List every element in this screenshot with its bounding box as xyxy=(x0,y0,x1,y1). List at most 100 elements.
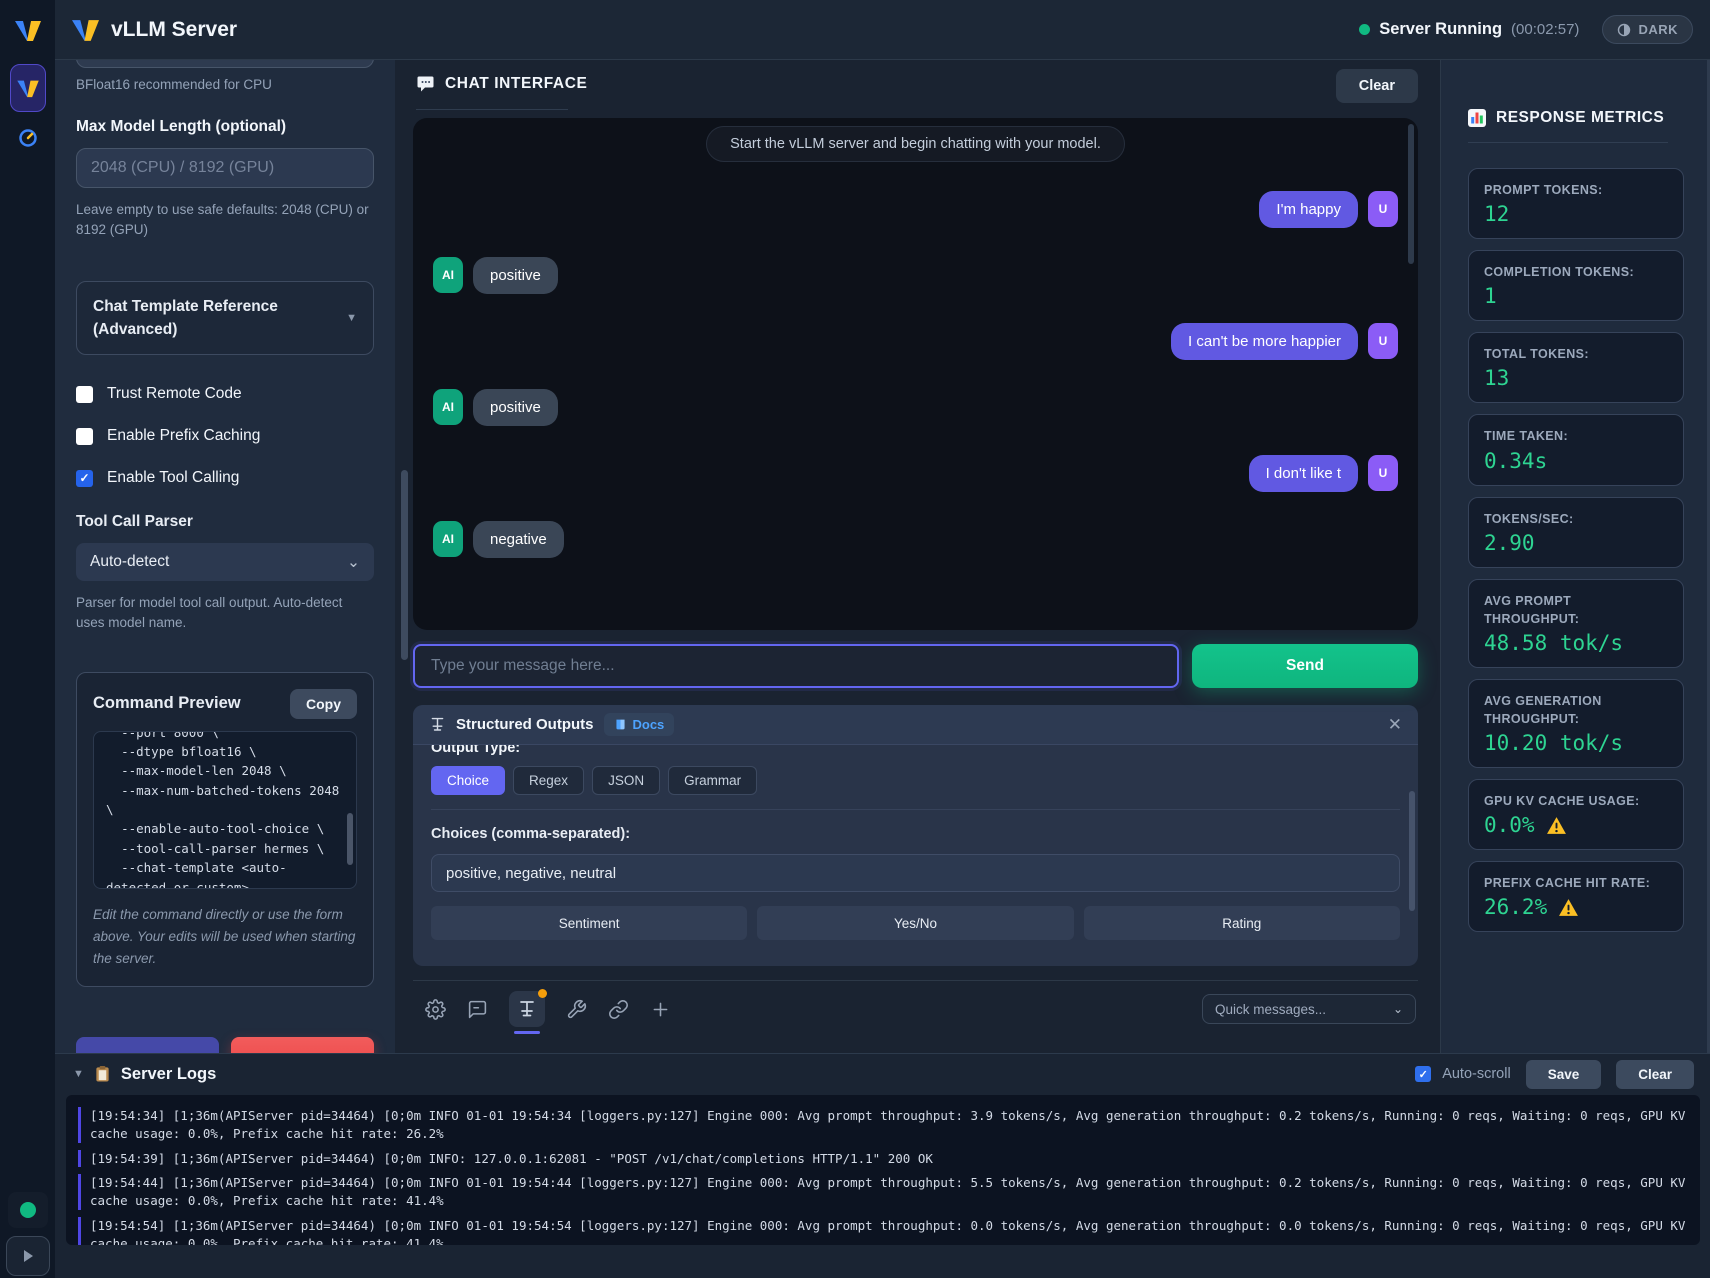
logs-output[interactable]: [19:54:34] [1;36m(APIServer pid=34464) [… xyxy=(66,1095,1700,1245)
command-preview-code[interactable]: --port 8000 \ --dtype bfloat16 \ --max-m… xyxy=(93,731,357,889)
vllm-logo-icon xyxy=(15,19,41,42)
max-model-length-help: Leave empty to use safe defaults: 2048 (… xyxy=(76,200,374,241)
book-icon xyxy=(614,718,627,731)
rail-item-metrics-gauge-icon[interactable] xyxy=(18,128,38,148)
message-bubble-user: I don't like t xyxy=(1249,455,1358,492)
checkbox-row[interactable]: ✓Enable Tool Calling xyxy=(76,469,374,487)
server-uptime: (00:02:57) xyxy=(1511,21,1579,38)
output-type-json[interactable]: JSON xyxy=(592,766,660,795)
user-avatar: U xyxy=(1368,323,1398,359)
checkbox-checked[interactable]: ✓ xyxy=(76,470,93,487)
message-bubble-ai: negative xyxy=(473,521,564,558)
server-logs-title: Server Logs xyxy=(121,1065,216,1084)
metric-label: PREFIX CACHE HIT RATE: xyxy=(1484,874,1668,892)
play-icon xyxy=(20,1248,36,1264)
output-type-label: Output Type: xyxy=(431,745,1400,756)
structured-outputs-header: Structured Outputs Docs ✕ xyxy=(413,705,1418,745)
output-type-grammar[interactable]: Grammar xyxy=(668,766,757,795)
checkbox-unchecked[interactable] xyxy=(76,386,93,403)
logs-save-button[interactable]: Save xyxy=(1526,1060,1602,1089)
message-row-user: I can't be more happierU xyxy=(431,323,1400,360)
ai-avatar: AI xyxy=(433,257,463,293)
command-preview-card: Command Preview Copy --port 8000 \ --dty… xyxy=(76,672,374,988)
metric-value: 12 xyxy=(1484,202,1668,226)
warning-icon xyxy=(1546,816,1567,835)
structured-outputs-toggle[interactable] xyxy=(509,991,545,1027)
structured-outputs-body: Output Type: ChoiceRegexJSONGrammar Choi… xyxy=(413,745,1418,966)
logs-clear-button[interactable]: Clear xyxy=(1616,1060,1694,1089)
choices-input[interactable] xyxy=(431,854,1400,892)
rail-status-indicator[interactable] xyxy=(8,1192,48,1228)
max-model-length-input[interactable] xyxy=(76,148,374,188)
checkbox-label: Trust Remote Code xyxy=(107,385,242,403)
preset-rating[interactable]: Rating xyxy=(1084,906,1400,940)
checkbox-row[interactable]: Enable Prefix Caching xyxy=(76,427,374,445)
rail-play-button[interactable] xyxy=(6,1236,50,1276)
chat-messages: Start the vLLM server and begin chatting… xyxy=(413,118,1418,630)
tool-call-parser-select[interactable]: Auto-detect ⌄ xyxy=(76,543,374,581)
wrench-icon[interactable] xyxy=(566,999,587,1020)
rail-item-server-active[interactable] xyxy=(10,64,46,112)
preset-yes-no[interactable]: Yes/No xyxy=(757,906,1073,940)
warning-icon xyxy=(1558,898,1579,917)
output-type-regex[interactable]: Regex xyxy=(513,766,584,795)
vllm-logo-icon xyxy=(72,18,99,42)
bar-chart-icon xyxy=(1468,109,1486,127)
structured-scrollbar[interactable] xyxy=(1409,791,1415,911)
chat-settings-icon[interactable] xyxy=(467,999,488,1020)
settings-gear-icon[interactable] xyxy=(425,999,446,1020)
docs-link[interactable]: Docs xyxy=(604,713,675,736)
preset-sentiment[interactable]: Sentiment xyxy=(431,906,747,940)
checkbox-row[interactable]: Trust Remote Code xyxy=(76,385,374,403)
copy-button[interactable]: Copy xyxy=(290,689,357,719)
server-logs-panel: ▼ Server Logs ✓ Auto-scroll Save Clear [… xyxy=(55,1053,1710,1278)
plus-icon[interactable] xyxy=(650,999,671,1020)
dtype-input-partial[interactable] xyxy=(76,60,374,68)
metric-value: 26.2% xyxy=(1484,895,1668,919)
quick-messages-select[interactable]: Quick messages... ⌄ xyxy=(1202,994,1416,1024)
sidebar-scrollbar[interactable] xyxy=(401,470,408,660)
metric-value: 1 xyxy=(1484,284,1668,308)
message-bubble-ai: positive xyxy=(473,257,558,294)
checkbox-unchecked[interactable] xyxy=(76,428,93,445)
metrics-cards: PROMPT TOKENS:12COMPLETION TOKENS:1TOTAL… xyxy=(1441,168,1710,932)
chat-clear-button[interactable]: Clear xyxy=(1336,69,1418,103)
metrics-title: RESPONSE METRICS xyxy=(1496,109,1664,127)
clamp-icon xyxy=(517,999,537,1019)
chat-template-reference-toggle[interactable]: Chat Template Reference (Advanced) ▼ xyxy=(76,281,374,356)
link-icon[interactable] xyxy=(608,999,629,1020)
theme-toggle-button[interactable]: DARK xyxy=(1602,15,1693,44)
checkbox-group: Trust Remote Code Enable Prefix Caching ✓E… xyxy=(76,385,374,487)
start-server-button[interactable]: Start Server xyxy=(76,1037,219,1053)
caret-down-icon: ▼ xyxy=(346,312,357,324)
user-avatar: U xyxy=(1368,191,1398,227)
close-icon[interactable]: ✕ xyxy=(1388,716,1402,733)
user-avatar: U xyxy=(1368,455,1398,491)
metric-label: AVG GENERATION THROUGHPUT: xyxy=(1484,692,1668,728)
chat-bubble-icon xyxy=(416,74,436,94)
stop-server-button[interactable]: Stop Server xyxy=(231,1037,374,1053)
message-bubble-ai: positive xyxy=(473,389,558,426)
autoscroll-checkbox[interactable]: ✓ xyxy=(1415,1066,1431,1082)
metric-card: PREFIX CACHE HIT RATE: 26.2% xyxy=(1468,861,1684,932)
metric-card: PROMPT TOKENS: 12 xyxy=(1468,168,1684,239)
collapse-caret-icon[interactable]: ▼ xyxy=(73,1068,84,1080)
metric-label: PROMPT TOKENS: xyxy=(1484,181,1668,199)
server-status-dot-icon xyxy=(1359,24,1370,35)
command-preview-note: Edit the command directly or use the for… xyxy=(93,904,357,971)
metric-card: TIME TAKEN:0.34s xyxy=(1468,414,1684,485)
autoscroll-label: Auto-scroll xyxy=(1442,1066,1511,1082)
message-row-user: I don't like t U xyxy=(431,455,1400,492)
intro-message: Start the vLLM server and begin chatting… xyxy=(706,126,1125,162)
chat-scrollbar[interactable] xyxy=(1408,124,1414,264)
tool-call-parser-label: Tool Call Parser xyxy=(76,513,374,531)
ai-avatar: AI xyxy=(433,521,463,557)
message-input[interactable] xyxy=(413,644,1179,688)
output-type-choice[interactable]: Choice xyxy=(431,766,505,795)
chat-toolbar: Quick messages... ⌄ xyxy=(413,980,1418,1028)
metric-value: 13 xyxy=(1484,366,1668,390)
code-scrollbar[interactable] xyxy=(347,813,353,865)
response-metrics-panel: RESPONSE METRICS PROMPT TOKENS:12COMPLET… xyxy=(1440,60,1710,1053)
send-button[interactable]: Send xyxy=(1192,644,1418,688)
chevron-down-icon: ⌄ xyxy=(1393,1002,1403,1016)
